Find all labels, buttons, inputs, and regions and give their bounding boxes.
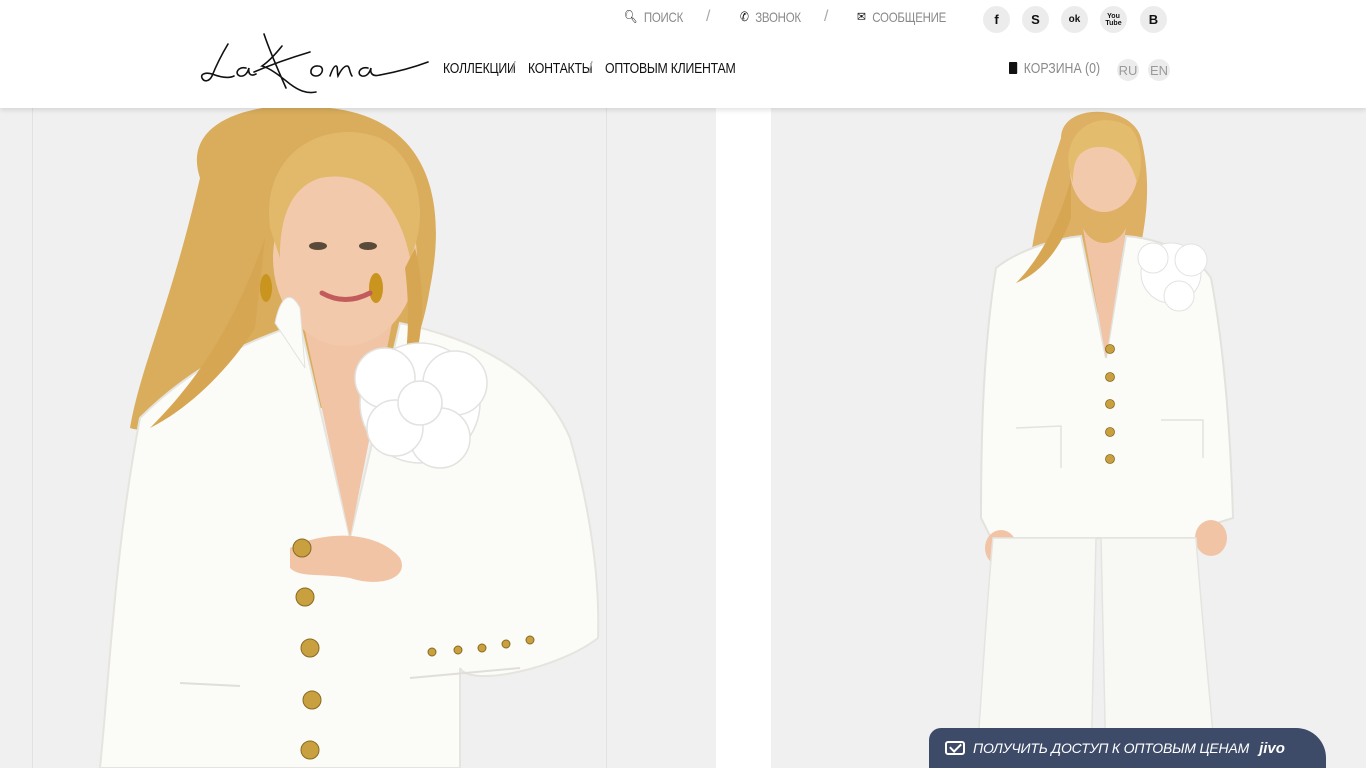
site-header: 🔍︎ ПОИСК / ✆ ЗВОНОК / ✉ СООБЩЕНИЕ f S ok… <box>0 0 1366 108</box>
model-closeup-image <box>98 108 600 768</box>
skype-icon[interactable]: S <box>1022 6 1049 33</box>
nav-separator: / <box>588 58 593 77</box>
cart-label: КОРЗИНА (0) <box>1023 60 1101 77</box>
language-ru-label: RU <box>1118 62 1138 78</box>
jivo-logo: jivo <box>1259 739 1285 757</box>
shopping-bag-icon <box>1009 61 1018 74</box>
nav-contacts[interactable]: КОНТАКТЫ <box>528 60 593 77</box>
language-ru[interactable]: RU <box>1117 59 1139 81</box>
nav-separator: / <box>511 58 516 77</box>
callback-label: ЗВОНОК <box>755 9 801 25</box>
facebook-icon[interactable]: f <box>983 6 1010 33</box>
search-label: ПОИСК <box>643 9 684 25</box>
wholesale-access-label: ПОЛУЧИТЬ ДОСТУП К ОПТОВЫМ ЦЕНАМ <box>973 740 1250 756</box>
odnoklassniki-glyph: ok <box>1068 14 1081 25</box>
vk-glyph: B <box>1148 12 1159 27</box>
youtube-icon[interactable]: You Tube <box>1100 6 1127 33</box>
odnoklassniki-icon[interactable]: ok <box>1061 6 1088 33</box>
model-fullbody-image <box>975 111 1235 768</box>
wholesale-access-chat-button[interactable]: ПОЛУЧИТЬ ДОСТУП К ОПТОВЫМ ЦЕНАМ jivo <box>929 728 1326 768</box>
envelope-icon: ✉ <box>857 9 866 24</box>
youtube-glyph: You Tube <box>1105 12 1122 27</box>
nav-wholesale[interactable]: ОПТОВЫМ КЛИЕНТАМ <box>605 60 736 77</box>
message-label: СООБЩЕНИЕ <box>872 9 947 25</box>
gallery-gap <box>716 108 771 768</box>
cart-link[interactable]: КОРЗИНА (0) <box>1009 60 1100 77</box>
skype-glyph: S <box>1031 12 1040 27</box>
search-icon: 🔍︎ <box>624 9 638 24</box>
topbar-separator: / <box>706 8 711 25</box>
search-link[interactable]: 🔍︎ ПОИСК <box>624 9 683 25</box>
message-link[interactable]: ✉ СООБЩЕНИЕ <box>857 9 946 25</box>
phone-icon: ✆ <box>740 9 749 24</box>
lakona-logo[interactable] <box>198 32 432 98</box>
callback-link[interactable]: ✆ ЗВОНОК <box>740 9 801 25</box>
nav-collections[interactable]: КОЛЛЕКЦИИ <box>443 60 516 77</box>
language-en[interactable]: EN <box>1148 59 1170 81</box>
topbar-separator: / <box>824 8 829 25</box>
vk-icon[interactable]: B <box>1140 6 1167 33</box>
envelope-icon <box>945 741 965 755</box>
facebook-glyph: f <box>994 12 999 27</box>
language-en-label: EN <box>1149 62 1169 78</box>
